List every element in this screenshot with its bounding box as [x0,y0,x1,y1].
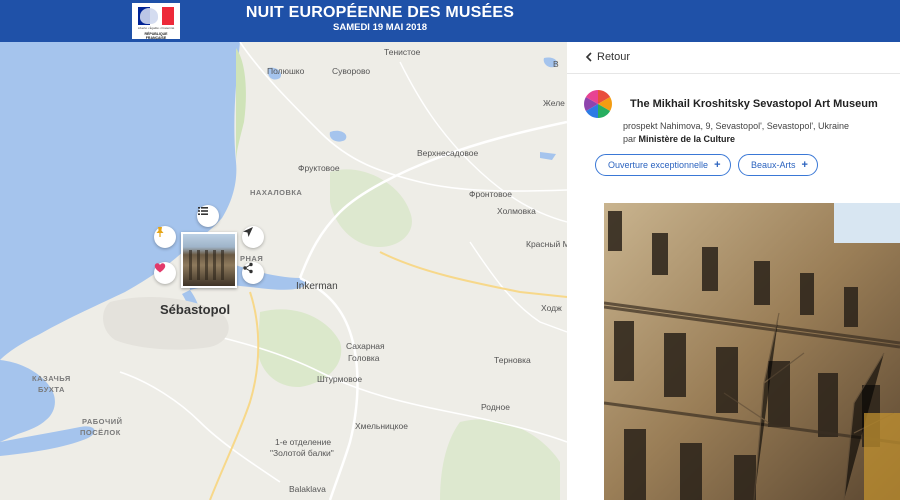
map-label-nakhalovka: НАХАЛОВКА [250,188,303,197]
panel-topbar: Retour [567,42,900,74]
map-label-tenistove: Тенистое [384,47,421,57]
map-label-balaklava: Balaklava [289,484,326,494]
favorite-button[interactable] [154,262,176,284]
museum-detail-panel: Retour The Mikhail Kroshitsky Sevastopol… [567,42,900,500]
site-header: Liberté • Égalité • Fraternité RÉPUBLIQU… [0,0,900,42]
map-label-inkerman: Inkerman [296,281,338,292]
share-button[interactable] [242,262,264,284]
map-label-zhel: Желе [543,98,565,108]
map-label-fruktovoe: Фруктовое [298,163,340,173]
back-button[interactable]: Retour [585,51,630,63]
tag-ouverture-exceptionnelle[interactable]: Ouverture exceptionnelle + [595,154,731,176]
pin-icon [156,227,164,237]
tag-label: Beaux-Arts [751,160,796,170]
museum-category-icon [584,90,612,118]
museum-name: The Mikhail Kroshitsky Sevastopol Art Mu… [630,98,878,110]
map-label-golovka: Головка [348,353,380,363]
map-view[interactable]: Тенистое Полюшко Суворово В Желе Верхнес… [0,42,567,500]
list-icon [198,207,208,215]
map-label-rodnoe: Родное [481,402,510,412]
map-label-krasny-m: Красный М [526,239,567,249]
map-label-kholmovka: Холмовка [497,206,536,216]
page-subtitle: SAMEDI 19 MAI 2018 [333,22,427,33]
map-label-kazachya: КАЗАЧЬЯ [32,374,71,383]
list-button[interactable] [197,205,219,227]
tag-label: Ouverture exceptionnelle [608,160,709,170]
museum-photo[interactable] [604,203,900,500]
museum-address: prospekt Nahimova, 9, Sevastopol', Sevas… [623,121,850,131]
map-label-sebastopol: Sébastopol [160,302,231,317]
back-label: Retour [597,51,631,63]
museum-organizer: par Ministère de la Culture [623,134,735,144]
page-title: NUIT EUROPÉENNE DES MUSÉES [245,4,515,21]
map-label-verkhnesadovoe: Верхнесадовое [417,148,479,158]
heart-icon [154,263,166,273]
museum-map-marker[interactable] [181,232,237,288]
map-label-khmelnitskoe: Хмельницкое [355,421,408,431]
navigate-icon [243,227,253,237]
museum-thumbnail [183,234,235,286]
organizer-name[interactable]: Ministère de la Culture [639,134,736,144]
museum-building-image [604,203,900,500]
navigate-button[interactable] [242,226,264,248]
map-label-bukhta: БУХТА [38,385,65,394]
map-label-suvorovo: Суворово [332,66,371,76]
chevron-left-icon [585,52,592,62]
plus-icon: + [714,159,721,171]
by-label: par [623,134,637,144]
map-label-rabochiy: РАБОЧИЙ [82,417,123,426]
tag-beaux-arts[interactable]: Beaux-Arts + [738,154,818,176]
map-label-polyushko: Полюшко [267,66,305,76]
map-label-v: В [553,59,559,69]
map-label-otdelenie: 1-е отделение [275,437,332,447]
map-label-shturmovoe: Штурмовое [317,374,363,384]
plus-icon: + [801,159,808,171]
pin-button[interactable] [154,226,176,248]
map-label-posyolok: ПОСЁЛОК [80,428,121,437]
map-label-zolotoy-balki: "Золотой балки" [270,448,334,458]
map-label-khozh: Ходж [541,303,562,313]
logo-label: RÉPUBLIQUE FRANÇAISE [144,32,168,40]
map-label-sakharnaya: Сахарная [346,341,385,351]
map-label-ternovka: Терновка [494,355,531,365]
map-label-frontovoe: Фронтовое [469,189,513,199]
share-icon [243,262,253,274]
